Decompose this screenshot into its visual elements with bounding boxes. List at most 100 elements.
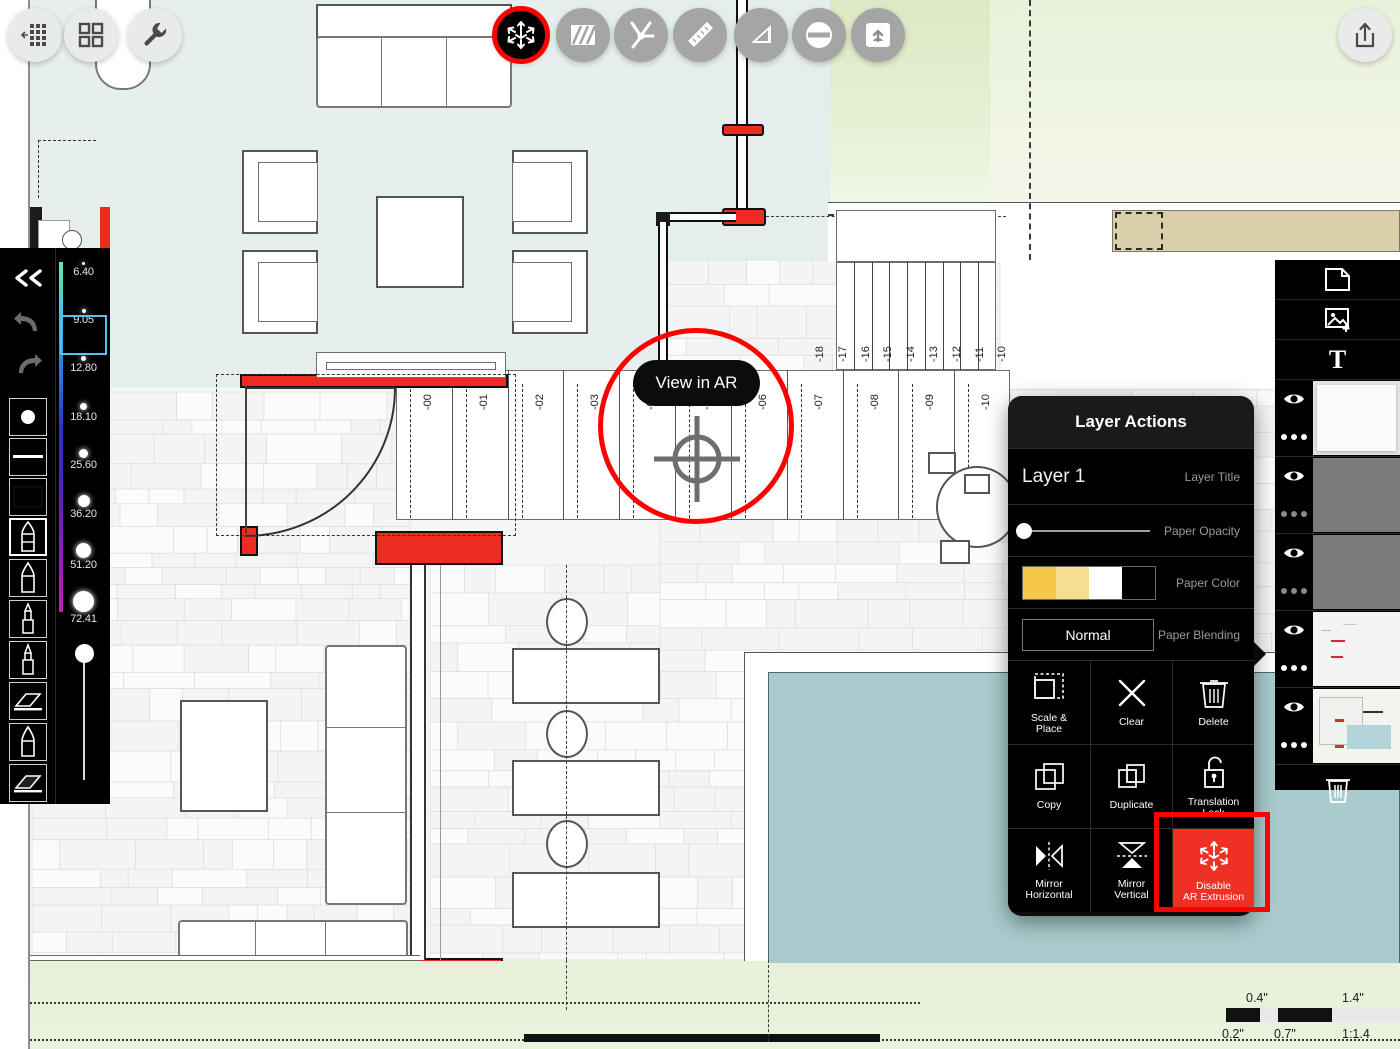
mirror-horizontal-action[interactable]: Mirror Horizontal [1008,828,1090,912]
brush-dot [73,591,94,612]
paper-color-swatch-3[interactable] [1089,566,1122,599]
grid-four-icon[interactable] [64,8,118,62]
ar-cube-icon[interactable] [494,8,548,62]
layer-visibility-toggle[interactable] [1275,380,1313,418]
layer-thumb-5[interactable] [1313,689,1400,763]
layer-thumb-4[interactable] [1313,612,1400,686]
technical-pen-tool[interactable] [9,641,47,679]
lawn-strip-bottom [30,961,770,987]
pen-tool[interactable] [9,559,47,597]
clear-action[interactable]: Clear [1090,660,1172,744]
layer-thumb-2[interactable] [1313,458,1400,532]
copy-action[interactable]: Copy [1008,744,1090,828]
stair-dash-line [577,384,579,518]
translation-lock-action[interactable]: Translation Lock [1172,744,1254,828]
layer-action-grid[interactable]: Scale & Place Clear Delete Copy Duplicate Tran… [1008,660,1254,912]
scale-and-place-action[interactable]: Scale & Place [1008,660,1090,744]
brush-size-option-36.20[interactable]: 36.20 [56,495,111,520]
protractor-icon[interactable] [614,8,668,62]
layer-list[interactable] [1275,380,1400,765]
rect-tool[interactable] [9,478,47,516]
brush-size-option-12.80[interactable]: 12.80 [56,356,111,374]
add-image-layer-button[interactable] [1275,300,1400,340]
layer-visibility-toggle[interactable] [1275,457,1313,495]
paper-color-swatch-2[interactable] [1056,566,1089,599]
brush-size-option-9.05[interactable]: 9.05 [56,309,111,326]
selection-dash-door [216,374,516,536]
wrench-icon[interactable] [128,8,182,62]
layer-row[interactable] [1275,457,1400,534]
delete-action[interactable]: Delete [1172,660,1254,744]
paper-blending-button[interactable]: Normal [1022,618,1154,651]
ellipse-icon[interactable] [792,8,846,62]
stamp-icon[interactable] [851,8,905,62]
triangle-icon[interactable] [734,8,788,62]
paper-opacity-slider[interactable] [1016,522,1150,539]
eraser-tool[interactable] [9,682,47,720]
mirror-vertical-action[interactable]: Mirror Vertical [1090,828,1172,912]
scale-bar-segments [1226,1008,1400,1022]
layer-thumb-1[interactable] [1313,381,1400,455]
grid-back-icon[interactable] [8,8,62,62]
layer-row[interactable] [1275,534,1400,611]
brush-size-slider-track[interactable] [83,650,85,780]
fineliner-tool[interactable] [9,600,47,638]
delete-layer-button[interactable] [1275,765,1400,813]
brush-size-option-18.10[interactable]: 18.10 [56,403,111,423]
paper-color-swatch-1[interactable] [1023,566,1056,599]
dot-brush-tool[interactable] [9,398,47,436]
action-icon [1116,762,1148,795]
sofa-top-divider-1 [381,38,382,108]
paper-opacity-row[interactable]: Paper Opacity [1008,504,1254,556]
brush-size-column[interactable]: 6.40 9.05 12.80 18.10 25.60 36.20 51.20 72.41 [55,248,110,804]
paper-opacity-knob[interactable] [1016,522,1032,539]
ar-crosshair-icon[interactable] [652,414,742,504]
ruler-icon[interactable] [673,8,727,62]
site-axis-1 [566,960,567,1010]
line-tool[interactable] [9,438,47,476]
layer-row[interactable] [1275,611,1400,688]
brush-size-slider-knob[interactable] [75,644,94,663]
layer-actions-title: Layer Actions [1008,396,1254,448]
brush-size-option-6.40[interactable]: 6.40 [56,262,111,278]
layer-thumb-3[interactable] [1313,535,1400,609]
share-icon[interactable] [1338,8,1392,62]
brush-size-option-72.41[interactable]: 72.41 [56,591,111,625]
layer-title-row[interactable]: Layer 1 Layer Title [1008,448,1254,504]
armchair-right-1-seat [512,162,572,222]
paper-blending-row[interactable]: Normal Paper Blending [1008,608,1254,660]
add-paper-layer-button[interactable] [1275,260,1400,300]
add-text-layer-button[interactable]: T [1275,340,1400,380]
layer-row[interactable] [1275,688,1400,765]
layer-row[interactable] [1275,380,1400,457]
eraser-soft-tool[interactable] [9,764,47,802]
layer-options-button[interactable] [1275,495,1313,533]
layer-options-button[interactable] [1275,726,1313,764]
pencil-tool[interactable] [9,723,47,761]
layer-visibility-toggle[interactable] [1275,611,1313,649]
marker-tool[interactable] [9,518,47,556]
brush-size-option-51.20[interactable]: 51.20 [56,543,111,571]
layer-actions-panel[interactable]: Layer Actions Layer 1 Layer Title Paper … [1008,396,1254,916]
brush-size-value: 25.60 [70,459,97,471]
paper-color-row[interactable]: Paper Color [1008,556,1254,608]
layer-visibility-toggle[interactable] [1275,534,1313,572]
duplicate-action[interactable]: Duplicate [1090,744,1172,828]
rail-guide [440,565,441,960]
disable-ar-extrusion-action[interactable]: Disable AR Extrusion [1172,828,1254,912]
hatch-icon[interactable] [556,8,610,62]
layer-options-button[interactable] [1275,649,1313,687]
paper-color-swatches[interactable] [1022,565,1156,600]
stair-label: -09 [924,394,937,410]
redo-icon[interactable] [13,352,43,383]
undo-icon[interactable] [13,310,43,341]
layer-visibility-toggle[interactable] [1275,688,1313,726]
scale-bar-top-labels: 0.4" 1.4" [1210,991,1392,1005]
left-tool-panel[interactable]: 6.40 9.05 12.80 18.10 25.60 36.20 51.20 72.41 [0,248,110,804]
paper-color-swatch-4[interactable] [1122,566,1155,599]
layers-panel[interactable]: T [1275,260,1400,803]
collapse-panel-button[interactable] [11,268,45,293]
layer-options-button[interactable] [1275,418,1313,456]
brush-size-option-25.60[interactable]: 25.60 [56,449,111,471]
layer-options-button[interactable] [1275,572,1313,610]
